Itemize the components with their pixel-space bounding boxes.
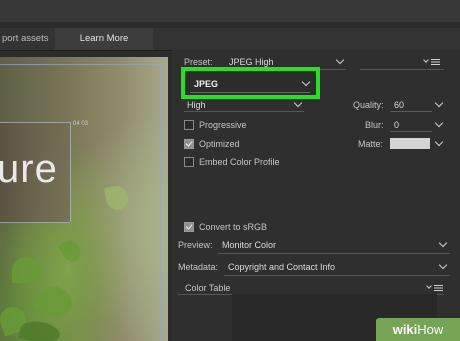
file-format-underline — [190, 92, 310, 93]
convert-srgb-checkbox[interactable] — [184, 222, 194, 232]
quality-level-underline — [184, 111, 304, 112]
preset-label: Preset: — [184, 57, 213, 67]
leaf-shape — [32, 280, 78, 324]
preview-slice-top — [0, 122, 70, 123]
metadata-label: Metadata: — [178, 262, 219, 272]
quality-label: Quality: — [353, 100, 384, 110]
blur-input[interactable] — [390, 118, 432, 132]
preview-slice-right — [70, 122, 71, 222]
image-preview: ure 04 03 — [0, 57, 168, 341]
preview-value[interactable]: Monitor Color — [222, 240, 276, 250]
embed-color-profile-label: Embed Color Profile — [199, 157, 280, 167]
quality-level-value[interactable]: High — [187, 100, 206, 110]
tab-bar: port assets Learn More — [0, 28, 460, 51]
matte-color-swatch[interactable] — [390, 138, 430, 149]
optimized-checkbox[interactable] — [184, 139, 194, 149]
preset-value[interactable]: JPEG High — [229, 57, 274, 67]
leaf-shape — [12, 257, 42, 283]
preview-slice-line-vertical — [160, 64, 161, 341]
progressive-label: Progressive — [199, 120, 247, 130]
wikihow-watermark: wikiHow — [376, 318, 460, 341]
leaf-shape — [18, 318, 62, 341]
convert-srgb-label: Convert to sRGB — [199, 222, 268, 232]
color-table-menu-icon[interactable] — [434, 285, 443, 291]
optimized-label: Optimized — [199, 139, 240, 149]
embed-color-profile-checkbox[interactable] — [184, 157, 194, 167]
color-table-label: Color Table — [185, 283, 231, 293]
preview-slice-label: 04 03 — [73, 121, 89, 127]
preview-overlay-text: ure — [0, 147, 58, 191]
leaf-shape — [104, 184, 130, 212]
tab-export-assets[interactable]: port assets — [0, 28, 54, 50]
preview-dropdown-underline — [218, 253, 450, 254]
blur-label: Blur: — [365, 120, 384, 130]
title-strip — [0, 0, 460, 22]
metadata-dropdown-underline — [224, 275, 450, 276]
watermark-wiki: wiki — [392, 322, 418, 337]
preset-menu-underline — [360, 69, 444, 70]
panel-menu-icon[interactable] — [431, 59, 440, 65]
matte-label: Matte: — [358, 139, 384, 149]
preview-slice-bottom — [0, 222, 70, 223]
progressive-checkbox[interactable] — [184, 120, 194, 130]
watermark-how: How — [417, 322, 444, 337]
metadata-value[interactable]: Copyright and Contact Info — [228, 262, 335, 272]
preview-label: Preview: — [178, 240, 213, 250]
preview-slice-line — [0, 64, 160, 65]
tab-learn-more[interactable]: Learn More — [55, 28, 153, 50]
leaf-shape — [57, 236, 85, 266]
file-format-value[interactable]: JPEG — [194, 79, 218, 89]
quality-input[interactable] — [390, 98, 432, 112]
